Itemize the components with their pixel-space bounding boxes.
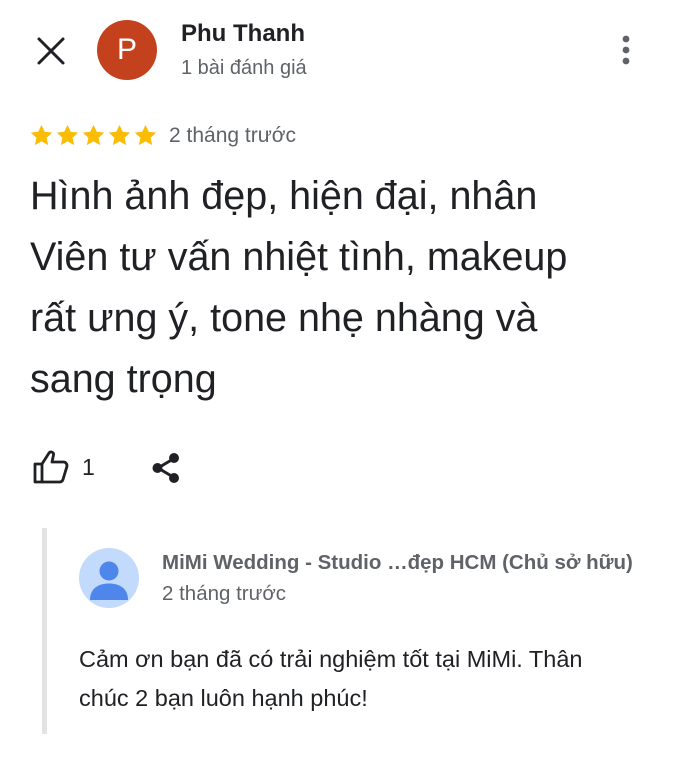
owner-avatar[interactable] — [79, 548, 139, 608]
star-icon — [134, 124, 157, 146]
reviewer-review-count: 1 bài đánh giá — [181, 57, 307, 79]
star-icon — [30, 124, 53, 146]
review-text-line: rất ưng ý, tone nhẹ nhàng và — [30, 296, 538, 340]
owner-reply-text: Cảm ơn bạn đã có trải nghiệm tốt tại MiM… — [79, 640, 679, 718]
more-options-button[interactable] — [604, 26, 648, 74]
share-button[interactable] — [146, 448, 186, 488]
more-vert-icon — [622, 35, 630, 65]
review-text-line: sang trọng — [30, 357, 217, 401]
review-text-line: Viên tư vấn nhiệt tình, makeup — [30, 235, 568, 279]
close-icon — [37, 37, 65, 65]
reply-text-line: chúc 2 bạn luôn hạnh phúc! — [79, 685, 368, 711]
like-button[interactable]: 1 — [32, 446, 104, 488]
review-text: Hình ảnh đẹp, hiện đại, nhân Viên tư vấn… — [30, 166, 670, 410]
like-count: 1 — [82, 453, 95, 480]
review-text-line: Hình ảnh đẹp, hiện đại, nhân — [30, 174, 538, 218]
reply-text-line: Cảm ơn bạn đã có trải nghiệm tốt tại MiM… — [79, 646, 583, 672]
thumb-up-icon — [33, 450, 69, 484]
star-icon — [108, 124, 131, 146]
owner-name: MiMi Wedding - Studio …đẹp HCM (Chủ sở h… — [162, 551, 633, 574]
reviewer-name[interactable]: Phu Thanh — [181, 20, 305, 48]
reply-indent-bar — [42, 528, 47, 734]
share-icon — [152, 453, 179, 483]
close-button[interactable] — [28, 28, 74, 74]
review-time: 2 tháng trước — [169, 124, 297, 147]
star-icon — [56, 124, 79, 146]
star-icon — [82, 124, 105, 146]
star-rating — [29, 123, 158, 148]
owner-reply-time: 2 tháng trước — [162, 582, 287, 605]
avatar-letter: P — [116, 33, 137, 66]
person-icon — [90, 561, 128, 600]
reviewer-avatar[interactable]: P — [97, 20, 157, 80]
